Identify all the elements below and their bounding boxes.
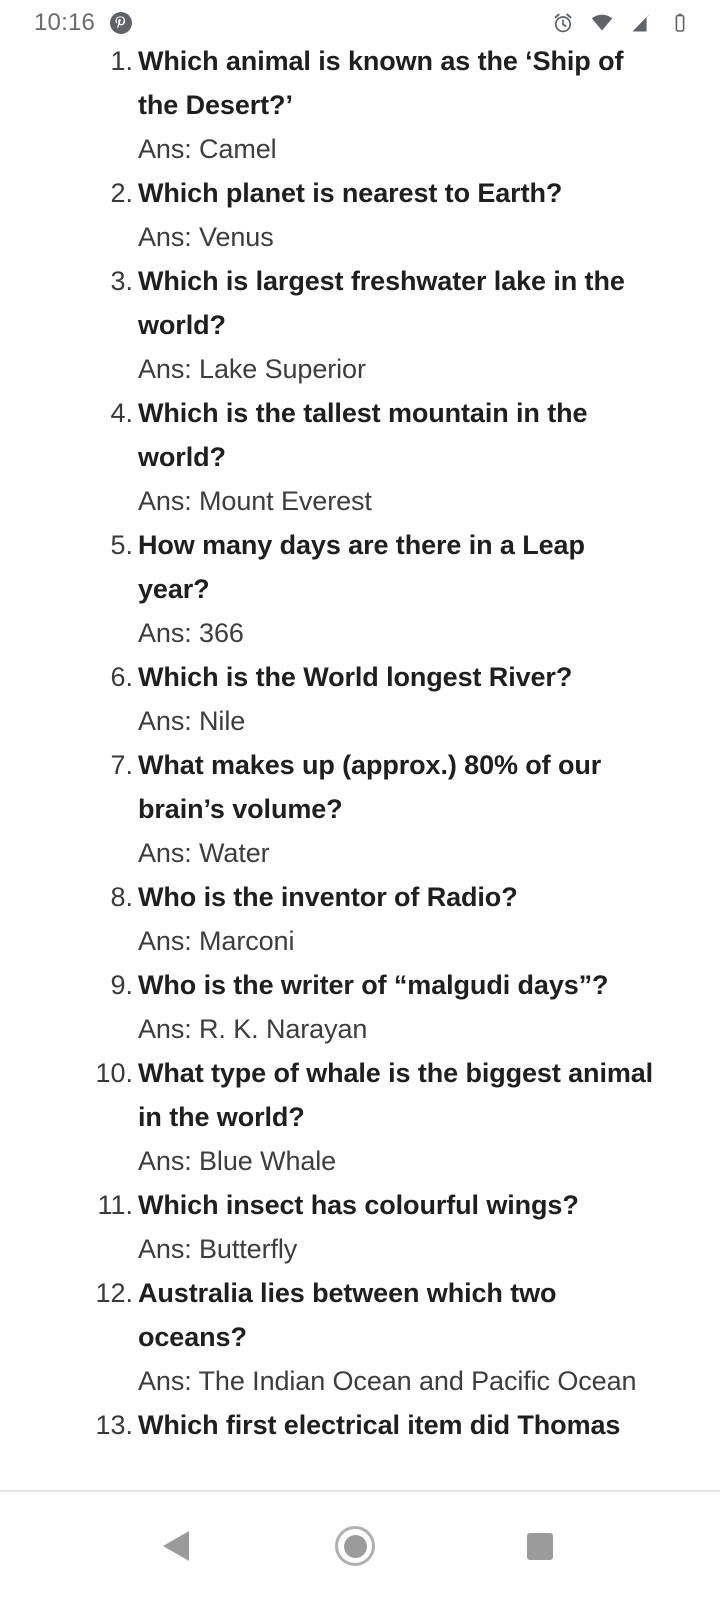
quiz-question-text: Who is the inventor of Radio?: [138, 882, 518, 912]
quiz-item-number: 13.: [95, 1410, 133, 1440]
status-bar-right: [551, 11, 692, 35]
quiz-answer-text: Ans: Nile: [138, 706, 246, 736]
phone-screen: 1. Which animal is known as the ‘Ship of …: [0, 0, 720, 1600]
quiz-item: 4. Which is the tallest mountain in the w…: [0, 391, 720, 523]
quiz-question-row: 10. What type of whale is the biggest ani…: [0, 1051, 720, 1139]
quiz-item-number: 9.: [110, 970, 133, 1000]
home-button[interactable]: [301, 1492, 409, 1600]
quiz-item: 12. Australia lies between which two ocea…: [0, 1271, 720, 1403]
quiz-question-body: What makes up (approx.) 80% of our brain…: [138, 743, 720, 831]
quiz-item-number: 2.: [110, 178, 133, 208]
quiz-question-row: 8. Who is the inventor of Radio?: [0, 875, 720, 919]
quiz-item-number: 8.: [110, 882, 133, 912]
quiz-question-body: Which is the tallest mountain in the wor…: [138, 391, 720, 479]
quiz-answer-text: Ans: 366: [138, 618, 244, 648]
quiz-question-row: 5. How many days are there in a Leap year…: [0, 523, 720, 611]
quiz-item: 10. What type of whale is the biggest ani…: [0, 1051, 720, 1183]
quiz-question-row: 11. Which insect has colourful wings?: [0, 1183, 720, 1227]
quiz-item-number: 4.: [110, 398, 133, 428]
quiz-item: 7. What makes up (approx.) 80% of our bra…: [0, 743, 720, 875]
quiz-list: 1. Which animal is known as the ‘Ship of …: [0, 39, 720, 1447]
quiz-answer-text: Ans: Venus: [138, 222, 274, 252]
pinterest-icon: [109, 11, 133, 35]
quiz-question-body: How many days are there in a Leap year?: [138, 523, 720, 611]
back-button[interactable]: [122, 1492, 230, 1600]
quiz-question-text: Which planet is nearest to Earth?: [138, 178, 563, 208]
quiz-item-number: 11.: [97, 1190, 133, 1220]
quiz-question-text: Which first electrical item did Thomas: [138, 1410, 621, 1440]
status-bar: 10:16: [0, 0, 720, 46]
quiz-question-body: Who is the writer of “malgudi days”?: [138, 963, 720, 1007]
quiz-answer-text: Ans: Butterfly: [138, 1234, 298, 1264]
status-bar-clock: 10:16: [34, 9, 96, 36]
quiz-question-body: Australia lies between which two oceans?: [138, 1271, 720, 1359]
quiz-answer-text: Ans: The Indian Ocean and Pacific Ocean: [138, 1366, 637, 1396]
quiz-item: 1. Which animal is known as the ‘Ship of …: [0, 39, 720, 171]
quiz-question-body: Which is largest freshwater lake in the …: [138, 259, 720, 347]
article-content[interactable]: 1. Which animal is known as the ‘Ship of …: [0, 0, 720, 1490]
quiz-question-body: Who is the inventor of Radio?: [138, 875, 720, 919]
quiz-question-text: Australia lies between which two oceans?: [138, 1278, 557, 1352]
quiz-question-row: 13. Which first electrical item did Thoma…: [0, 1403, 720, 1447]
battery-icon: [668, 11, 692, 35]
quiz-question-row: 7. What makes up (approx.) 80% of our bra…: [0, 743, 720, 831]
home-circle-icon: [335, 1526, 375, 1566]
quiz-item: 2. Which planet is nearest to Earth? Ans: …: [0, 171, 720, 259]
quiz-question-text: Which is largest freshwater lake in the …: [138, 266, 625, 340]
quiz-question-row: 4. Which is the tallest mountain in the w…: [0, 391, 720, 479]
home-dot-icon: [343, 1534, 367, 1558]
quiz-answer-text: Ans: Camel: [138, 134, 277, 164]
quiz-question-row: 9. Who is the writer of “malgudi days”?: [0, 963, 720, 1007]
quiz-question-row: 3. Which is largest freshwater lake in th…: [0, 259, 720, 347]
quiz-question-body: What type of whale is the biggest animal…: [138, 1051, 720, 1139]
quiz-question-text: Which is the tallest mountain in the wor…: [138, 398, 588, 472]
quiz-item: 8. Who is the inventor of Radio? Ans: Marc…: [0, 875, 720, 963]
quiz-question-row: 2. Which planet is nearest to Earth?: [0, 171, 720, 215]
quiz-answer-text: Ans: Marconi: [138, 926, 295, 956]
quiz-question-body: Which is the World longest River?: [138, 655, 720, 699]
quiz-question-body: Which insect has colourful wings?: [138, 1183, 720, 1227]
quiz-question-row: 1. Which animal is known as the ‘Ship of …: [0, 39, 720, 127]
quiz-item-number: 12.: [95, 1278, 133, 1308]
wifi-icon: [590, 11, 614, 35]
quiz-question-row: 12. Australia lies between which two ocea…: [0, 1271, 720, 1359]
quiz-item: 11. Which insect has colourful wings? Ans:…: [0, 1183, 720, 1271]
quiz-answer-text: Ans: Blue Whale: [138, 1146, 337, 1176]
quiz-item: 9. Who is the writer of “malgudi days”? An…: [0, 963, 720, 1051]
quiz-answer-text: Ans: R. K. Narayan: [138, 1014, 368, 1044]
quiz-question-body: Which first electrical item did Thomas: [138, 1403, 720, 1447]
alarm-clock-icon: [551, 11, 575, 35]
quiz-item-number: 10.: [95, 1058, 133, 1088]
quiz-answer-text: Ans: Water: [138, 838, 270, 868]
quiz-item-number: 6.: [110, 662, 133, 692]
quiz-question-body: Which planet is nearest to Earth?: [138, 171, 720, 215]
quiz-question-text: Who is the writer of “malgudi days”?: [138, 970, 609, 1000]
quiz-item: 6. Which is the World longest River? Ans: …: [0, 655, 720, 743]
recents-square-icon: [527, 1532, 553, 1560]
back-triangle-icon: [163, 1531, 189, 1561]
quiz-question-text: Which is the World longest River?: [138, 662, 573, 692]
quiz-answer-text: Ans: Lake Superior: [138, 354, 366, 384]
quiz-item: 5. How many days are there in a Leap year…: [0, 523, 720, 655]
quiz-question-text: Which animal is known as the ‘Ship of th…: [138, 46, 624, 120]
quiz-answer-text: Ans: Mount Everest: [138, 486, 372, 516]
quiz-question-text: Which insect has colourful wings?: [138, 1190, 579, 1220]
quiz-question-row: 6. Which is the World longest River?: [0, 655, 720, 699]
quiz-question-body: Which animal is known as the ‘Ship of th…: [138, 39, 720, 127]
recents-button[interactable]: [486, 1492, 594, 1600]
quiz-item-number: 7.: [110, 750, 133, 780]
quiz-question-text: What makes up (approx.) 80% of our brain…: [138, 750, 602, 824]
quiz-question-text: What type of whale is the biggest animal…: [138, 1058, 654, 1132]
quiz-item-number: 5.: [110, 530, 133, 560]
cellular-signal-icon: [629, 11, 653, 35]
status-bar-left: 10:16: [34, 11, 133, 35]
quiz-item: 13. Which first electrical item did Thoma…: [0, 1403, 720, 1447]
quiz-item-number: 3.: [110, 266, 133, 296]
quiz-question-text: How many days are there in a Leap year?: [138, 530, 585, 604]
quiz-item: 3. Which is largest freshwater lake in th…: [0, 259, 720, 391]
